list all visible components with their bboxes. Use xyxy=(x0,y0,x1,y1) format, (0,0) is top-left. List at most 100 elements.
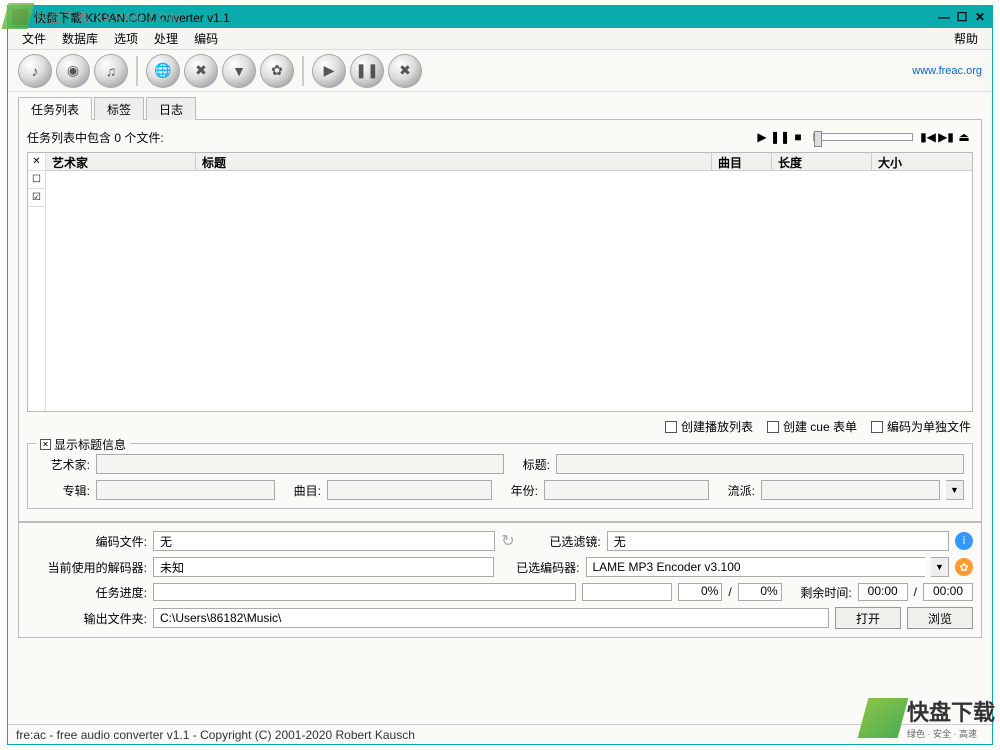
encoder-label: 已选编码器: xyxy=(500,559,580,576)
tab-strip: 任务列表 标签 日志 xyxy=(18,96,982,120)
toolbar-separator xyxy=(136,56,138,86)
col-size[interactable]: 大小 xyxy=(872,153,972,170)
info-icon[interactable]: i xyxy=(955,532,973,550)
artist-input[interactable] xyxy=(96,454,504,474)
options-row: 创建播放列表 创建 cue 表单 编码为单独文件 xyxy=(27,412,973,441)
genre-input[interactable] xyxy=(761,480,940,500)
homepage-link[interactable]: www.freac.org xyxy=(912,65,982,77)
mini-stop-icon[interactable]: ■ xyxy=(791,130,805,144)
browse-button[interactable]: 浏览 xyxy=(907,607,973,629)
filters-value: 无 xyxy=(607,531,949,551)
pause-button[interactable]: ❚❚ xyxy=(350,54,384,88)
encode-file-value: 无 xyxy=(153,531,495,551)
joblist-panel: 任务列表中包含 0 个文件: ▶ ❚❚ ■ ▮◀ ▶▮ ⏏ ✕ ☐ ☑ 艺术家 xyxy=(18,120,982,522)
add-cd-button[interactable]: ◉ xyxy=(56,54,90,88)
mini-prev-icon[interactable]: ▮◀ xyxy=(921,130,935,144)
genre-label: 流派: xyxy=(715,482,755,499)
uncheck-all-icon[interactable]: ☐ xyxy=(28,171,45,189)
decoder-label: 当前使用的解码器: xyxy=(27,559,147,576)
settings-button[interactable]: ✖ xyxy=(184,54,218,88)
check-all-icon[interactable]: ☑ xyxy=(28,189,45,207)
create-cue-checkbox[interactable]: 创建 cue 表单 xyxy=(767,418,857,435)
mini-seek-slider[interactable] xyxy=(813,133,913,141)
tag-info-group: ✕显示标题信息 艺术家: 标题: 专辑: 曲目: 年份: 流派: ▼ xyxy=(27,443,973,509)
album-label: 专辑: xyxy=(36,482,90,499)
decoder-value: 未知 xyxy=(153,557,494,577)
remove-all-icon[interactable]: ✕ xyxy=(28,153,45,171)
close-button[interactable]: ✕ xyxy=(972,10,988,24)
joblist-count-label: 任务列表中包含 0 个文件: xyxy=(27,129,753,146)
watermark-text: 快盘下载 KKPAN.COM xyxy=(35,7,182,26)
main-window: 快盘下载 KKPAN.COM onverter v1.1 — ☐ ✕ 文件 数据… xyxy=(7,5,993,745)
year-label: 年份: xyxy=(498,482,538,499)
time-1: 00:00 xyxy=(858,583,908,601)
minimize-button[interactable]: — xyxy=(936,10,952,24)
play-button[interactable]: ▶ xyxy=(312,54,346,88)
encoder-select[interactable]: LAME MP3 Encoder v3.100 xyxy=(586,557,926,577)
filter-button[interactable]: ▼ xyxy=(222,54,256,88)
tag-group-title[interactable]: ✕显示标题信息 xyxy=(36,436,130,453)
menu-encode[interactable]: 编码 xyxy=(186,28,226,49)
percent-1: 0% xyxy=(678,583,722,601)
menu-help[interactable]: 帮助 xyxy=(946,28,986,49)
encoder-dropdown-arrow[interactable]: ▼ xyxy=(931,557,949,577)
mini-eject-icon[interactable]: ⏏ xyxy=(957,130,971,144)
mini-pause-icon[interactable]: ❚❚ xyxy=(773,130,787,144)
col-track[interactable]: 曲目 xyxy=(712,153,772,170)
menu-file[interactable]: 文件 xyxy=(14,28,54,49)
genre-dropdown-arrow[interactable]: ▼ xyxy=(946,480,964,500)
statusbar: fre:ac - free audio converter v1.1 - Cop… xyxy=(8,724,992,744)
output-folder-label: 输出文件夹: xyxy=(27,610,147,627)
menu-options[interactable]: 选项 xyxy=(106,28,146,49)
col-length[interactable]: 长度 xyxy=(772,153,872,170)
year-input[interactable] xyxy=(544,480,709,500)
track-label: 曲目: xyxy=(281,482,321,499)
watermark-main-text: 快盘下载 xyxy=(907,695,995,727)
open-button[interactable]: 打开 xyxy=(835,607,901,629)
repeat-icon[interactable]: ↻ xyxy=(501,531,514,551)
menu-database[interactable]: 数据库 xyxy=(54,28,106,49)
joblist-table: ✕ ☐ ☑ 艺术家 标题 曲目 长度 大小 xyxy=(27,152,973,412)
add-files-button[interactable]: ♪ xyxy=(18,54,52,88)
table-header-row: 艺术家 标题 曲目 长度 大小 xyxy=(46,153,972,171)
watermark-bottom-right: 快盘下载 绿色 · 安全 · 高速 xyxy=(863,695,995,740)
progress-label: 任务进度: xyxy=(27,584,147,601)
output-folder-input[interactable] xyxy=(153,608,829,628)
config-button[interactable]: ✿ xyxy=(260,54,294,88)
percent-2: 0% xyxy=(738,583,782,601)
menu-process[interactable]: 处理 xyxy=(146,28,186,49)
encoder-panel: 编码文件: 无 ↻ 已选滤镜: 无 i 当前使用的解码器: 未知 已选编码器: … xyxy=(18,522,982,638)
tab-tags[interactable]: 标签 xyxy=(94,97,144,120)
progress-bar-1 xyxy=(153,583,576,601)
menubar: 文件 数据库 选项 处理 编码 帮助 xyxy=(8,28,992,50)
cddb-button[interactable]: 🌐 xyxy=(146,54,180,88)
toolbar: ♪ ◉ ♫ 🌐 ✖ ▼ ✿ ▶ ❚❚ ✖ www.freac.org xyxy=(8,50,992,92)
title-input[interactable] xyxy=(556,454,964,474)
remove-button[interactable]: ♫ xyxy=(94,54,128,88)
maximize-button[interactable]: ☐ xyxy=(954,10,970,24)
time-2: 00:00 xyxy=(923,583,973,601)
watermark-logo-icon xyxy=(858,698,909,738)
mini-play-icon[interactable]: ▶ xyxy=(755,130,769,144)
tab-joblist[interactable]: 任务列表 xyxy=(18,97,92,120)
album-input[interactable] xyxy=(96,480,275,500)
encode-file-label: 编码文件: xyxy=(27,533,147,550)
col-title[interactable]: 标题 xyxy=(196,153,712,170)
tab-log[interactable]: 日志 xyxy=(146,97,196,120)
create-playlist-checkbox[interactable]: 创建播放列表 xyxy=(665,418,753,435)
watermark-sub-text: 绿色 · 安全 · 高速 xyxy=(907,727,995,740)
content-area: 任务列表 标签 日志 任务列表中包含 0 个文件: ▶ ❚❚ ■ ▮◀ ▶▮ ⏏… xyxy=(8,92,992,724)
track-input[interactable] xyxy=(327,480,492,500)
filters-label: 已选滤镜: xyxy=(521,533,601,550)
encode-single-checkbox[interactable]: 编码为单独文件 xyxy=(871,418,971,435)
gear-icon[interactable]: ✿ xyxy=(955,558,973,576)
table-body-empty[interactable] xyxy=(46,171,972,411)
mini-next-icon[interactable]: ▶▮ xyxy=(939,130,953,144)
progress-bar-2 xyxy=(582,583,672,601)
title-label: 标题: xyxy=(510,456,550,473)
toolbar-separator xyxy=(302,56,304,86)
watermark-logo-icon xyxy=(2,3,35,29)
remaining-label: 剩余时间: xyxy=(788,584,852,601)
col-artist[interactable]: 艺术家 xyxy=(46,153,196,170)
stop-button[interactable]: ✖ xyxy=(388,54,422,88)
